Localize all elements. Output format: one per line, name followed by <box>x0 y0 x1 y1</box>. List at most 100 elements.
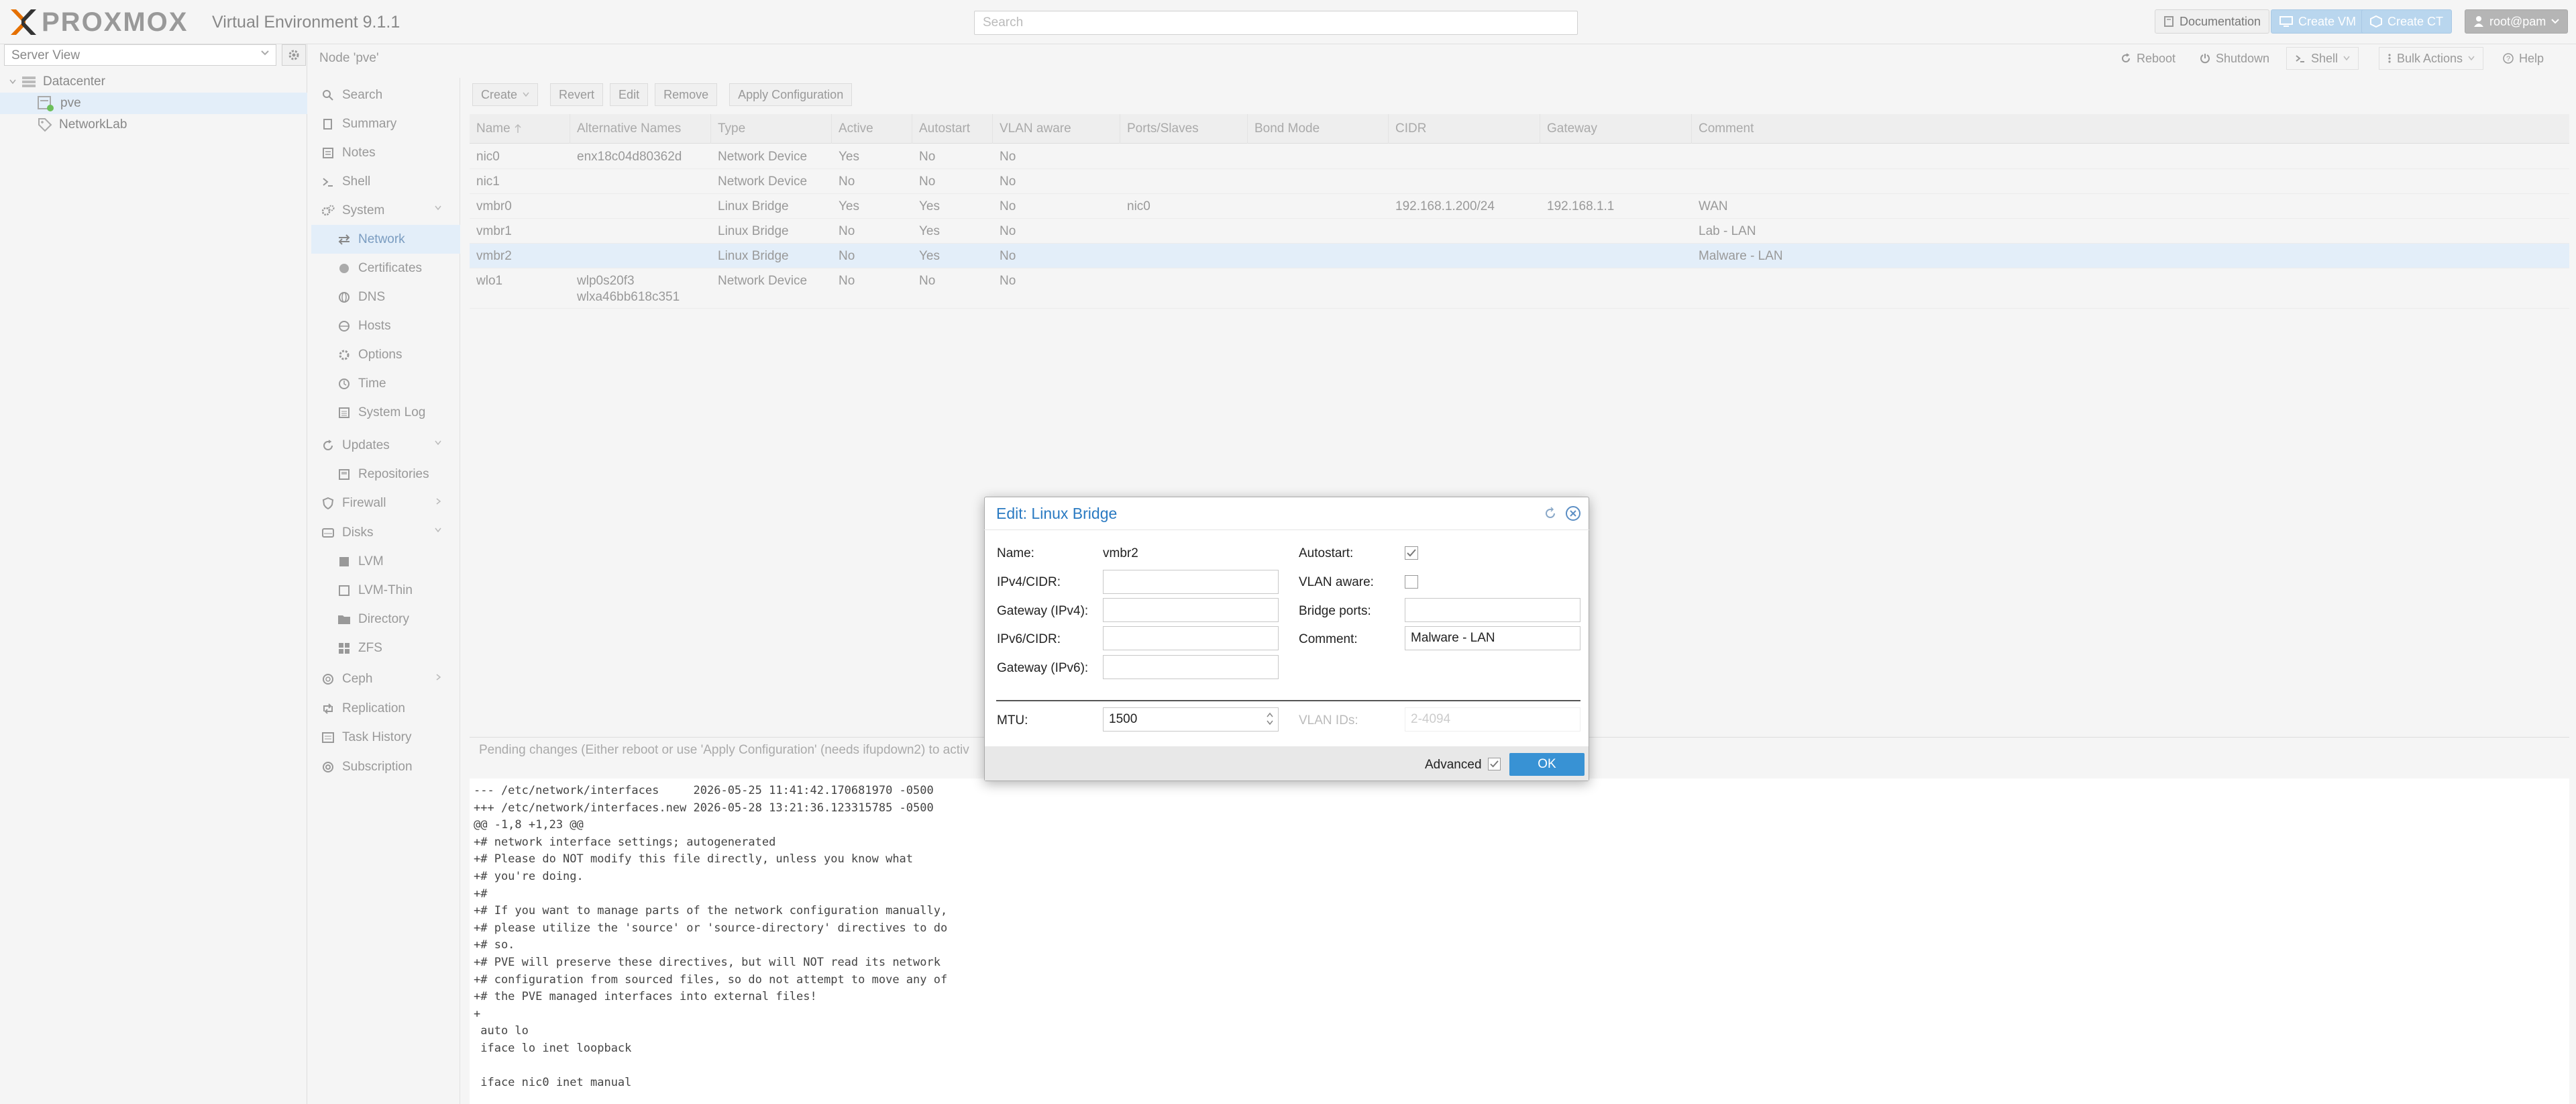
create-ct-button[interactable]: Create CT <box>2361 9 2453 34</box>
check-icon <box>1407 549 1416 557</box>
chevron-right-icon <box>436 674 441 681</box>
column-label: Name <box>476 121 511 136</box>
chevron-down-icon <box>523 92 529 97</box>
menu-item-task-history[interactable]: Task History <box>311 723 460 752</box>
bridge-ports-input[interactable] <box>1405 598 1580 622</box>
column-header-vlan-aware[interactable]: VLAN aware <box>993 114 1120 144</box>
menu-item-system[interactable]: System <box>311 196 460 225</box>
menu-item-dns[interactable]: DNS <box>311 283 460 311</box>
menu-item-firewall[interactable]: Firewall <box>311 489 460 517</box>
shutdown-button[interactable]: Shutdown <box>2191 47 2278 70</box>
menu-item-subscription[interactable]: Subscription <box>311 752 460 781</box>
menu-item-lvm[interactable]: LVM <box>311 547 460 576</box>
menu-item-label: Repositories <box>358 466 429 481</box>
column-header-name[interactable]: Name <box>470 114 570 144</box>
gateway-ipv6-input[interactable] <box>1103 655 1279 679</box>
alt-name: wlp0s20f3 <box>577 274 635 288</box>
menu-item-search[interactable]: Search <box>311 81 460 109</box>
column-header-alt-names[interactable]: Alternative Names <box>570 114 711 144</box>
tree-settings-button[interactable] <box>282 44 306 66</box>
column-header-bond-mode[interactable]: Bond Mode <box>1248 114 1389 144</box>
table-row[interactable]: nic1 Network Device No No No <box>470 169 2569 194</box>
help-icon: ? <box>2503 53 2514 64</box>
ipv6-cidr-input[interactable] <box>1103 626 1279 650</box>
bulk-actions-button[interactable]: Bulk Actions <box>2379 47 2484 70</box>
spinner-arrows-icon[interactable] <box>1266 711 1274 727</box>
user-menu-button[interactable]: root@pam <box>2465 9 2569 34</box>
column-header-active[interactable]: Active <box>832 114 912 144</box>
shell-button[interactable]: Shell <box>2286 47 2359 70</box>
create-button[interactable]: Create <box>472 83 539 106</box>
close-icon[interactable] <box>1565 505 1581 521</box>
table-row[interactable]: vmbr1 Linux Bridge No Yes No Lab - LAN <box>470 219 2569 244</box>
column-header-comment[interactable]: Comment <box>1692 114 2569 144</box>
revert-button[interactable]: Revert <box>550 83 604 106</box>
global-search-input[interactable]: Search <box>974 11 1578 35</box>
reboot-button[interactable]: Reboot <box>2112 47 2184 70</box>
menu-item-options[interactable]: Options <box>311 340 460 369</box>
help-button[interactable]: ? Help <box>2494 47 2553 70</box>
tree-item-networklab[interactable]: NetworkLab <box>0 114 307 136</box>
menu-item-certificates[interactable]: Certificates <box>311 254 460 283</box>
tree-item-pve[interactable]: pve <box>0 93 307 114</box>
advanced-checkbox[interactable] <box>1488 758 1501 770</box>
menu-item-updates[interactable]: Updates <box>311 431 460 460</box>
table-row[interactable]: vmbr0 Linux Bridge Yes Yes No nic0 192.1… <box>470 194 2569 219</box>
column-header-gateway[interactable]: Gateway <box>1540 114 1692 144</box>
table-row[interactable]: vmbr2 Linux Bridge No Yes No Malware - L… <box>470 244 2569 268</box>
column-header-type[interactable]: Type <box>711 114 832 144</box>
cell-active: Yes <box>839 150 859 164</box>
cell-alt-names <box>570 219 711 243</box>
autostart-checkbox[interactable] <box>1405 546 1418 560</box>
comment-input[interactable]: Malware - LAN <box>1405 626 1580 650</box>
vlan-aware-checkbox[interactable] <box>1405 575 1418 589</box>
tag-icon <box>38 117 52 132</box>
menu-item-notes[interactable]: Notes <box>311 138 460 167</box>
cell-cidr <box>1389 169 1540 193</box>
create-vm-button[interactable]: Create VM <box>2271 9 2365 34</box>
menu-item-lvmthin[interactable]: LVM-Thin <box>311 576 460 605</box>
menu-item-disks[interactable]: Disks <box>311 518 460 547</box>
column-header-ports[interactable]: Ports/Slaves <box>1120 114 1248 144</box>
reset-icon[interactable] <box>1543 506 1558 521</box>
menu-item-replication[interactable]: Replication <box>311 694 460 723</box>
table-row[interactable]: nic0 enx18c04d80362d Network Device Yes … <box>470 144 2569 169</box>
menu-item-summary[interactable]: Summary <box>311 109 460 138</box>
diff-line: auto lo <box>474 1024 529 1038</box>
cell-vlan-aware: No <box>1000 249 1016 263</box>
cell-name: nic0 <box>476 150 500 164</box>
gateway-ipv4-input[interactable] <box>1103 598 1279 622</box>
table-row[interactable]: wlo1 wlp0s20f3 wlxa46bb618c351 Network D… <box>470 268 2569 309</box>
chevron-down-icon <box>2468 56 2475 61</box>
menu-item-network[interactable]: Network <box>311 225 460 254</box>
vlan-ids-input[interactable]: 2-4094 <box>1405 707 1580 732</box>
ok-button[interactable]: OK <box>1509 753 1585 776</box>
menu-item-shell[interactable]: Shell <box>311 167 460 196</box>
menu-item-ceph[interactable]: Ceph <box>311 664 460 693</box>
tree-item-datacenter[interactable]: Datacenter <box>0 71 307 93</box>
documentation-button[interactable]: Documentation <box>2155 9 2270 34</box>
edit-button[interactable]: Edit <box>610 83 649 106</box>
diff-line: +# If you want to manage parts of the ne… <box>474 904 948 918</box>
remove-button[interactable]: Remove <box>655 83 718 106</box>
mtu-spinner[interactable]: 1500 <box>1103 707 1279 732</box>
menu-item-time[interactable]: Time <box>311 369 460 398</box>
ipv4-cidr-input[interactable] <box>1103 570 1279 594</box>
menu-item-hosts[interactable]: Hosts <box>311 311 460 340</box>
apply-configuration-button[interactable]: Apply Configuration <box>729 83 853 106</box>
menu-item-directory[interactable]: Directory <box>311 605 460 634</box>
server-view-select[interactable]: Server View <box>4 44 276 66</box>
menu-item-zfs[interactable]: ZFS <box>311 634 460 662</box>
column-header-cidr[interactable]: CIDR <box>1389 114 1540 144</box>
menu-item-label: Search <box>342 87 383 102</box>
menu-item-syslog[interactable]: System Log <box>311 398 460 427</box>
column-header-autostart[interactable]: Autostart <box>912 114 993 144</box>
exchange-icon <box>337 232 352 247</box>
diff-line: +# network interface settings; autogener… <box>474 835 776 849</box>
cell-alt-names <box>570 169 711 193</box>
gears-icon <box>321 203 335 218</box>
cell-gateway: 192.168.1.1 <box>1547 199 1615 213</box>
menu-item-repositories[interactable]: Repositories <box>311 460 460 489</box>
search-icon <box>321 88 335 103</box>
sort-up-icon <box>515 124 521 134</box>
